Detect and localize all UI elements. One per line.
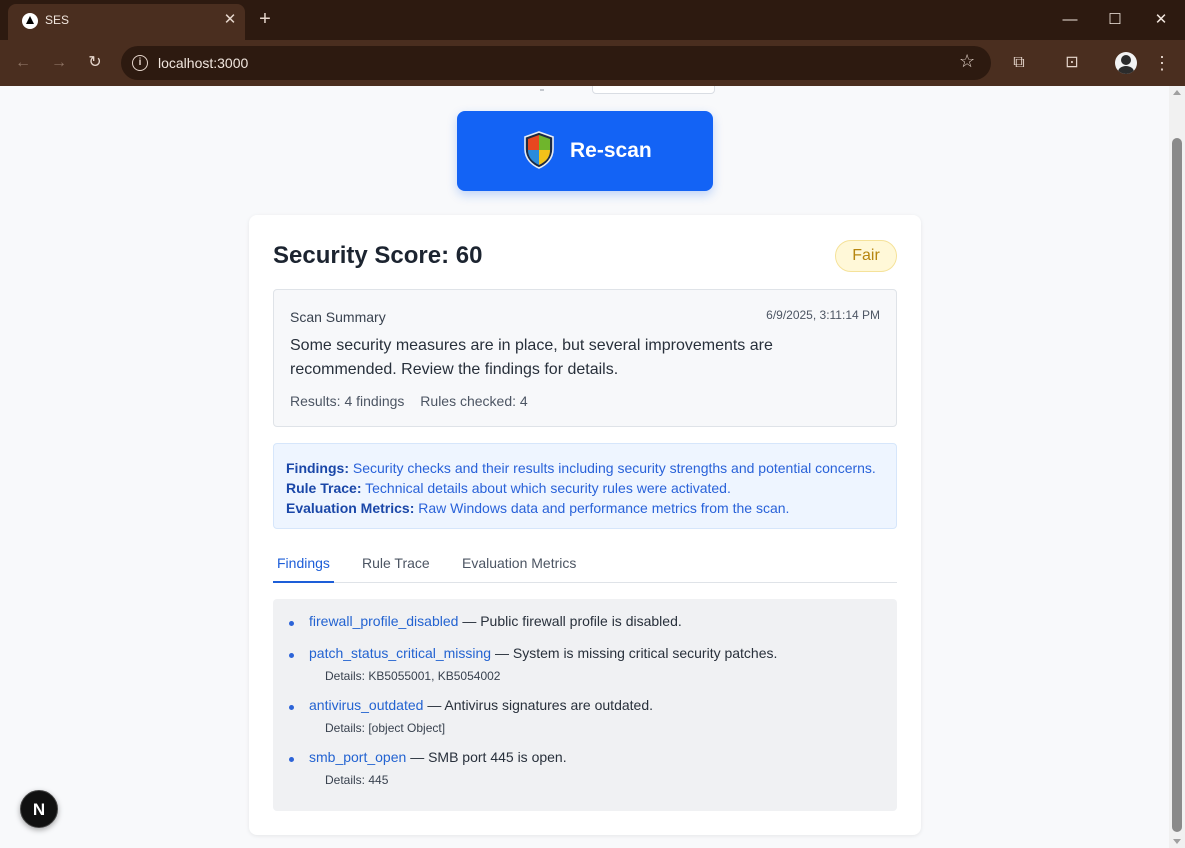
bookmark-star-icon[interactable]: ☆	[959, 51, 975, 72]
finding-text: — System is missing critical security pa…	[494, 645, 778, 661]
finding-details: Details: [object Object]	[325, 721, 446, 735]
partial-input-field[interactable]	[592, 86, 715, 94]
site-info-icon[interactable]: i	[132, 55, 148, 71]
finding-code: patch_status_critical_missing	[309, 645, 492, 661]
info-term: Findings:	[286, 460, 349, 476]
summary-text: Some security measures are in place, but…	[290, 337, 773, 378]
bullet	[289, 653, 294, 658]
finding-code: smb_port_open	[309, 749, 407, 765]
rescan-button[interactable]: Re-scan	[457, 111, 713, 191]
bullet	[289, 705, 294, 710]
close-tab-icon[interactable]: ✕	[220, 10, 240, 30]
address-bar[interactable]: i localhost:3000 ☆	[121, 46, 991, 80]
finding-line: patch_status_critical_missing — System i…	[309, 645, 777, 661]
minimize-window-button[interactable]: —	[1047, 6, 1093, 34]
findings-list: firewall_profile_disabled — Public firew…	[273, 599, 897, 811]
tab-findings[interactable]: Findings	[273, 555, 334, 583]
page-title: Security Score: 60	[273, 242, 483, 269]
profile-avatar[interactable]	[1115, 52, 1137, 74]
tab-bar: Findings Rule Trace Evaluation Metrics	[273, 543, 897, 583]
summary-label: Scan Summary	[290, 309, 386, 325]
scan-summary: Scan Summary 6/9/2025, 3:11:14 PM Some s…	[273, 289, 897, 427]
finding-code: firewall_profile_disabled	[309, 613, 459, 629]
info-desc: Technical details about which security r…	[365, 480, 731, 496]
finding-code: antivirus_outdated	[309, 697, 424, 713]
extensions-puzzle-icon[interactable]: ⧉	[1007, 51, 1031, 75]
partial-label	[540, 89, 544, 91]
finding-details: Details: 445	[325, 773, 389, 787]
finding-line: firewall_profile_disabled — Public firew…	[309, 613, 682, 629]
bullet	[289, 757, 294, 762]
info-desc: Security checks and their results includ…	[352, 460, 876, 476]
summary-timestamp: 6/9/2025, 3:11:14 PM	[766, 308, 880, 322]
finding-text: — Public firewall profile is disabled.	[462, 613, 682, 629]
info-line: Evaluation Metrics: Raw Windows data and…	[286, 498, 884, 518]
results-count: Results: 4 findings	[290, 393, 405, 409]
nextjs-dev-badge[interactable]: N	[20, 790, 58, 828]
info-line: Findings: Security checks and their resu…	[286, 458, 884, 478]
tab-rule-trace[interactable]: Rule Trace	[362, 555, 430, 583]
status-badge: Fair	[835, 240, 897, 272]
more-vert-icon[interactable]: ⋮	[1152, 51, 1172, 75]
back-button[interactable]: ←	[10, 50, 36, 76]
reload-button[interactable]: ↻	[82, 50, 108, 76]
page-viewport: Re-scan Security Score: 60 Fair Scan Sum…	[0, 86, 1169, 848]
browser-toolbar: ← → ↻ i localhost:3000 ☆ ⧉ ⊡ ⋮	[0, 40, 1185, 86]
rescan-label: Re-scan	[570, 139, 652, 162]
shield-icon	[524, 131, 554, 169]
forward-button[interactable]: →	[46, 50, 72, 76]
scrollbar-thumb[interactable]	[1172, 138, 1182, 832]
bullet	[289, 621, 294, 626]
info-term: Evaluation Metrics:	[286, 500, 415, 516]
maximize-window-button[interactable]: ☐	[1092, 6, 1138, 34]
rules-checked: Rules checked: 4	[420, 393, 528, 409]
info-term: Rule Trace:	[286, 480, 362, 496]
finding-text: — Antivirus signatures are outdated.	[427, 697, 653, 713]
info-line: Rule Trace: Technical details about whic…	[286, 478, 884, 498]
info-box: Findings: Security checks and their resu…	[273, 443, 897, 529]
finding-line: smb_port_open — SMB port 445 is open.	[309, 749, 567, 765]
scroll-up-arrow-icon[interactable]	[1173, 90, 1181, 95]
browser-titlebar: SES ✕ + — ☐ ✕	[0, 0, 1185, 40]
nextjs-favicon-icon	[22, 13, 38, 29]
finding-line: antivirus_outdated — Antivirus signature…	[309, 697, 653, 713]
summary-meta: Results: 4 findings Rules checked: 4	[290, 393, 540, 409]
tab-title: SES	[45, 13, 70, 27]
url-text[interactable]: localhost:3000	[158, 55, 248, 71]
new-tab-button[interactable]: +	[255, 9, 275, 30]
security-score-card: Security Score: 60 Fair Scan Summary 6/9…	[249, 215, 921, 835]
close-window-button[interactable]: ✕	[1138, 6, 1184, 34]
scroll-down-arrow-icon[interactable]	[1173, 839, 1181, 844]
media-controls-icon[interactable]: ⊡	[1060, 51, 1084, 75]
info-desc: Raw Windows data and performance metrics…	[418, 500, 790, 516]
page-scrollbar[interactable]	[1169, 86, 1185, 848]
browser-tab[interactable]: SES ✕	[8, 4, 245, 40]
finding-details: Details: KB5055001, KB5054002	[325, 669, 501, 683]
finding-text: — SMB port 445 is open.	[410, 749, 567, 765]
tab-evaluation-metrics[interactable]: Evaluation Metrics	[462, 555, 576, 583]
